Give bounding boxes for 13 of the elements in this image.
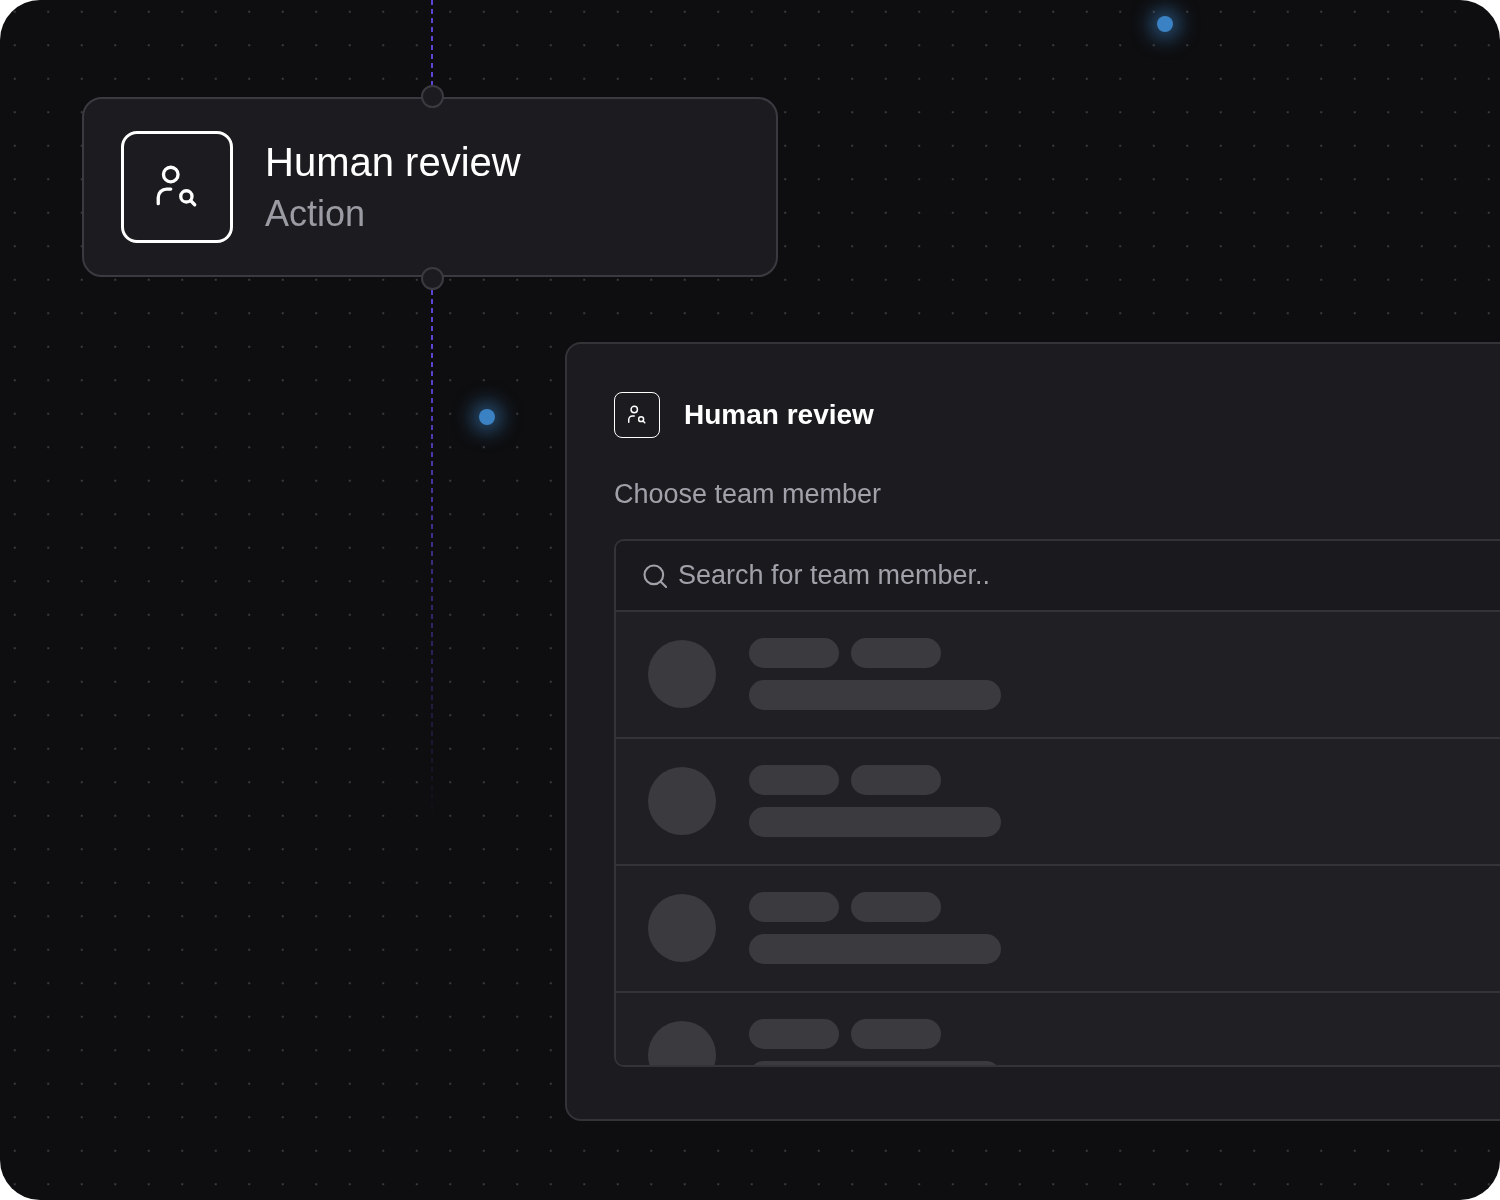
- light-glow: [479, 409, 495, 425]
- node-title: Human review: [265, 139, 521, 186]
- search-icon: [641, 561, 669, 590]
- connection-handle[interactable]: [421, 267, 444, 290]
- field-label: Choose team member: [614, 478, 883, 511]
- node-subtitle: Action: [265, 192, 367, 236]
- light-glow: [1157, 16, 1173, 32]
- search-field[interactable]: Search for team member..: [616, 540, 1500, 612]
- person-search-icon: [614, 392, 660, 438]
- workflow-node[interactable]: Human review Action: [82, 97, 778, 277]
- panel-title: Human review: [684, 398, 874, 432]
- connection-handle[interactable]: [421, 85, 444, 108]
- person-search-icon: [121, 131, 233, 243]
